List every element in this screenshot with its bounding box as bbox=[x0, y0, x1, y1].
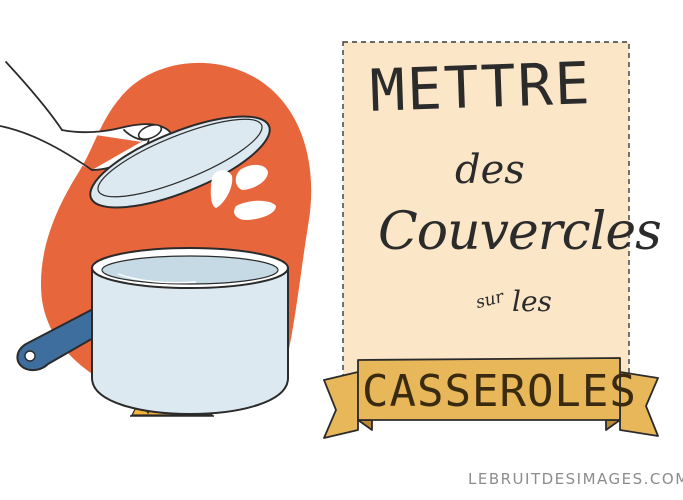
poster: METTRE des Couvercles sur les CASSEROLES… bbox=[0, 0, 683, 500]
banner-label-casseroles: CASSEROLES bbox=[362, 366, 637, 417]
title-line-des: des bbox=[455, 147, 525, 193]
site-credit: LEBRUITDESIMAGES.COM bbox=[468, 470, 683, 488]
title-line-couvercles: Couvercles bbox=[378, 202, 662, 262]
title-word-les: les bbox=[512, 285, 552, 318]
title-line-mettre: METTRE bbox=[368, 49, 593, 125]
pot-body bbox=[91, 267, 289, 416]
